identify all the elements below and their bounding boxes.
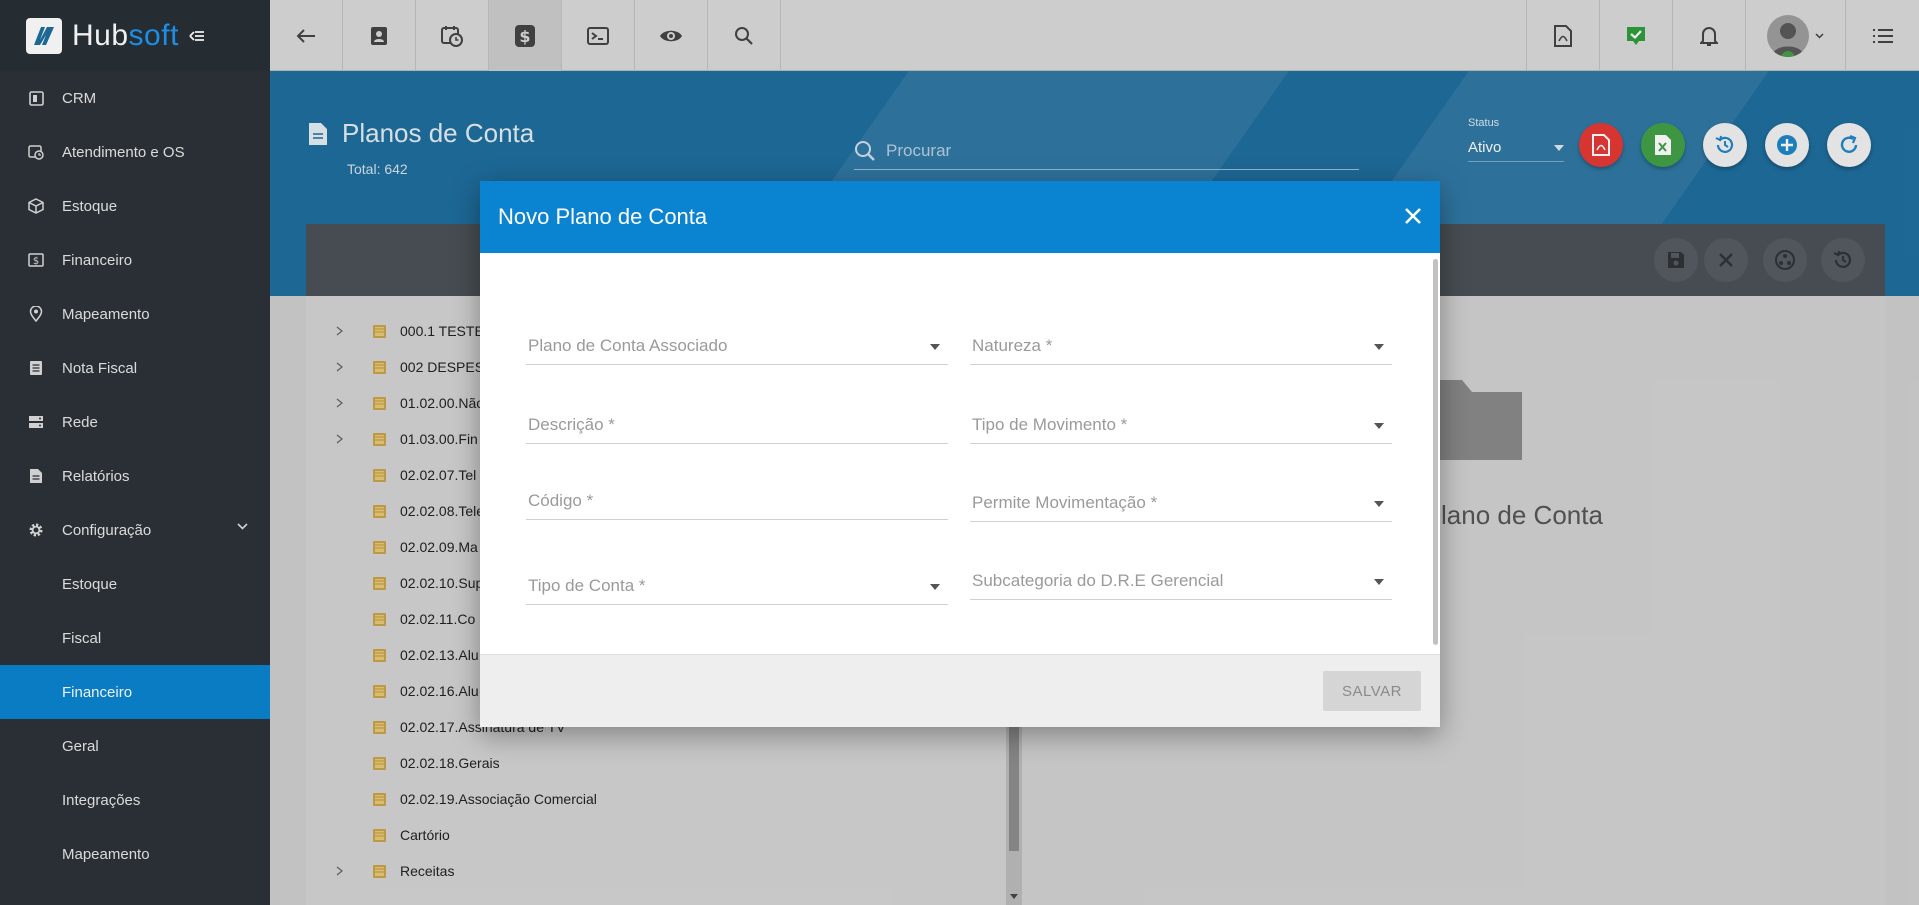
dre-subcategory-select[interactable]: Subcategoria do D.R.E Gerencial — [970, 560, 1392, 600]
movement-type-select[interactable]: Tipo de Movimento * — [970, 404, 1392, 444]
field-label: Subcategoria do D.R.E Gerencial — [972, 571, 1224, 590]
field-label: Tipo de Conta * — [528, 576, 646, 595]
caret-down-icon — [1374, 344, 1384, 350]
allows-movement-select[interactable]: Permite Movimentação * — [970, 482, 1392, 522]
caret-down-icon — [1374, 501, 1384, 507]
field-label: Natureza * — [972, 336, 1053, 355]
nature-select[interactable]: Natureza * — [970, 325, 1392, 365]
new-account-plan-dialog: Novo Plano de Conta Plano de Conta Assoc… — [480, 181, 1440, 727]
dialog-scrollbar[interactable] — [1433, 259, 1438, 645]
caret-down-icon — [930, 344, 940, 350]
code-field[interactable]: Código * — [526, 480, 948, 520]
caret-down-icon — [1374, 423, 1384, 429]
dialog-body: Plano de Conta Associado Natureza * Desc… — [480, 253, 1440, 655]
close-icon[interactable] — [1404, 207, 1422, 225]
account-type-select[interactable]: Tipo de Conta * — [526, 565, 948, 605]
associated-plan-select[interactable]: Plano de Conta Associado — [526, 325, 948, 365]
description-field[interactable]: Descrição * — [526, 404, 948, 444]
dialog-title: Novo Plano de Conta — [498, 204, 708, 229]
dialog-footer: SALVAR — [480, 655, 1440, 727]
save-button[interactable]: SALVAR — [1323, 671, 1421, 711]
field-label: Tipo de Movimento * — [972, 415, 1128, 434]
caret-down-icon — [1374, 579, 1384, 585]
field-label: Código * — [528, 491, 594, 510]
caret-down-icon — [930, 584, 940, 590]
field-label: Plano de Conta Associado — [528, 336, 728, 355]
field-label: Descrição * — [528, 415, 615, 434]
dialog-header: Novo Plano de Conta — [480, 181, 1440, 253]
field-label: Permite Movimentação * — [972, 493, 1158, 512]
